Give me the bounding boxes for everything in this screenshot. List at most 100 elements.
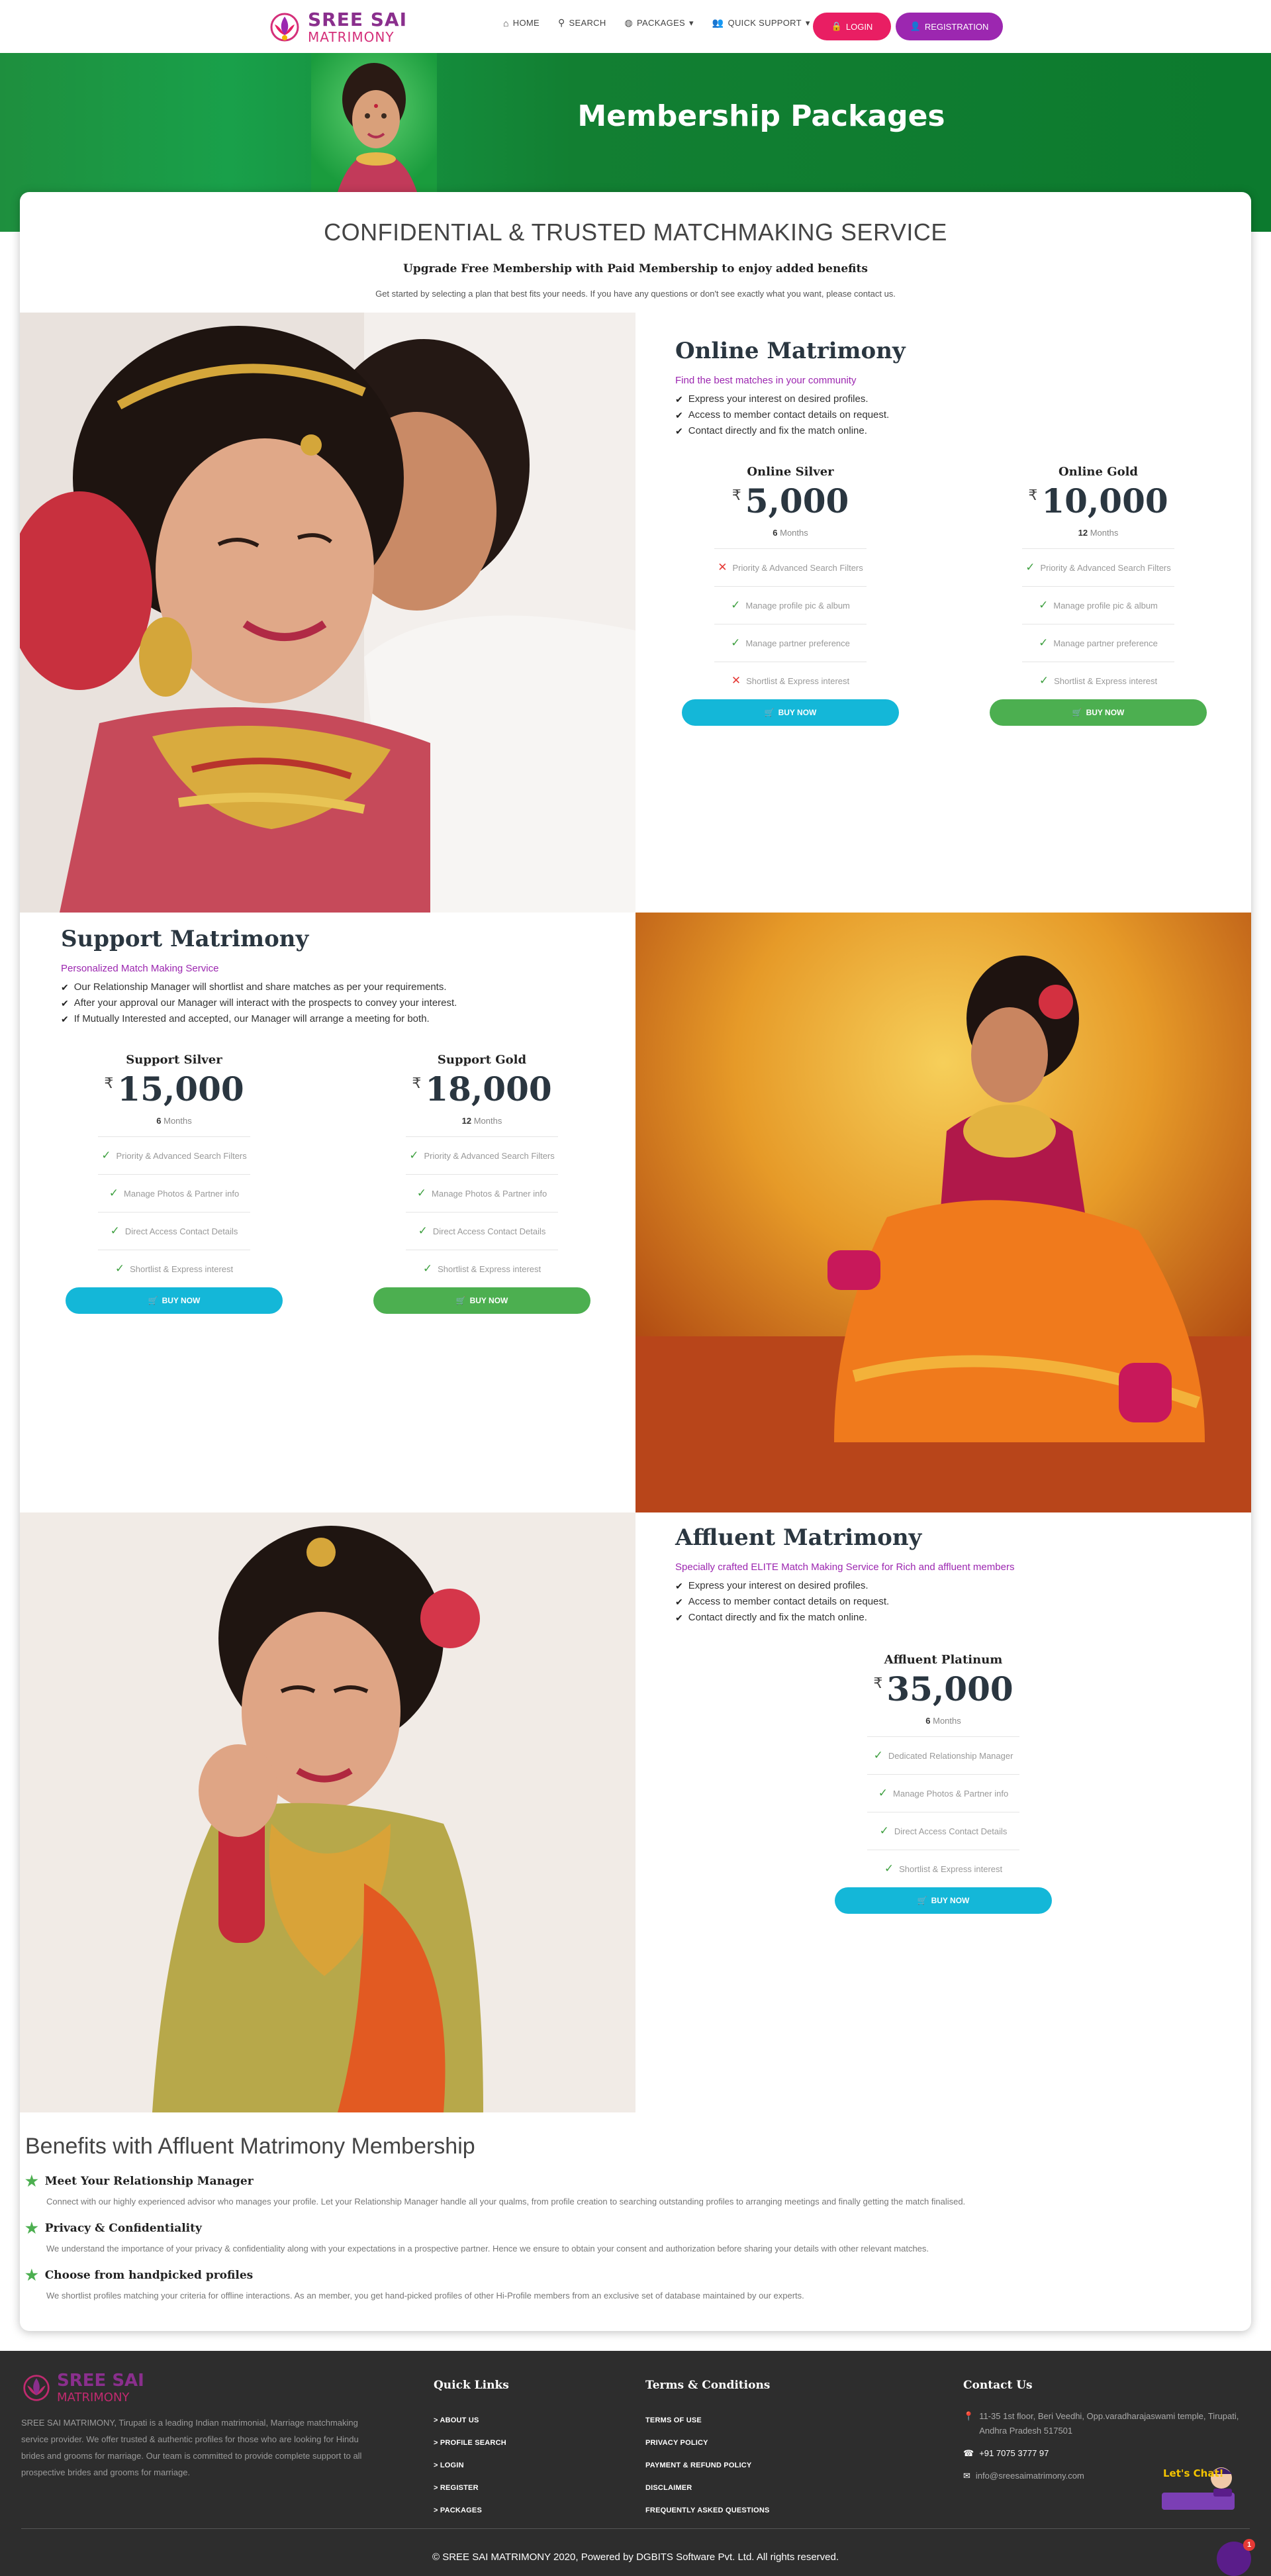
plan-price: ₹15,000 bbox=[65, 1071, 283, 1108]
page-title: Membership Packages bbox=[577, 99, 945, 133]
login-button[interactable]: 🔒 LOGIN bbox=[813, 13, 891, 40]
plan-duration: 6 Months bbox=[65, 1116, 283, 1126]
list-item: ✔ Express your interest on desired profil… bbox=[675, 391, 1218, 407]
list-item: ✔ Express your interest on desired profil… bbox=[675, 1578, 1231, 1594]
feature-text: Shortlist & Express interest bbox=[746, 675, 850, 686]
check-icon: ✓ bbox=[884, 1862, 894, 1875]
benefits-heading: Benefits with Affluent Matrimony Members… bbox=[25, 2134, 475, 2159]
footer-link-refund[interactable]: PAYMENT & REFUND POLICY bbox=[645, 2454, 770, 2477]
feature-text: Manage Photos & Partner info bbox=[124, 1188, 240, 1199]
buy-now-button[interactable]: 🛒 BUY NOW bbox=[373, 1287, 590, 1314]
nav-packages[interactable]: ◍ PACKAGES ▾ bbox=[625, 17, 694, 28]
rupee-icon: ₹ bbox=[731, 487, 741, 503]
contact-phone[interactable]: ☎ +91 7075 3777 97 bbox=[963, 2446, 1254, 2461]
feature-text: Priority & Advanced Search Filters bbox=[732, 562, 863, 573]
footer-brand-line1: SREE SAI bbox=[57, 2371, 144, 2391]
buy-now-button[interactable]: 🛒 BUY NOW bbox=[66, 1287, 283, 1314]
plan-name: Online Silver bbox=[747, 465, 834, 479]
feature-text: Direct Access Contact Details bbox=[124, 1226, 238, 1236]
plan-months-label: Months bbox=[933, 1716, 961, 1726]
intro-subheading: Upgrade Free Membership with Paid Member… bbox=[403, 262, 868, 275]
feature-text: Manage partner preference bbox=[745, 638, 850, 648]
bullet-text: Access to member contact details on requ… bbox=[688, 409, 890, 421]
nav-home-label: HOME bbox=[512, 18, 540, 28]
lotus-logo-icon bbox=[23, 2374, 50, 2401]
plan-feature: ✓ Manage Photos & Partner info bbox=[406, 1174, 558, 1212]
plan-name: Support Gold bbox=[437, 1053, 527, 1067]
feature-text: Shortlist & Express interest bbox=[1054, 675, 1158, 686]
buy-now-button[interactable]: 🛒 BUY NOW bbox=[682, 699, 899, 726]
check-icon: ✔ bbox=[675, 1612, 683, 1623]
intro-heading: CONFIDENTIAL & TRUSTED MATCHMAKING SERVI… bbox=[324, 219, 947, 246]
footer-link-login[interactable]: > LOGIN bbox=[434, 2454, 509, 2477]
benefit-item: ★ Privacy & Confidentiality We understand… bbox=[25, 2220, 1243, 2254]
list-item: ✔ After your approval our Manager will in… bbox=[61, 995, 604, 1011]
section-bullets: ✔ Express your interest on desired profil… bbox=[675, 391, 1218, 439]
check-icon: ✓ bbox=[873, 1749, 883, 1761]
buy-now-label: BUY NOW bbox=[469, 1296, 508, 1305]
nav-home[interactable]: ⌂ HOME bbox=[503, 18, 540, 28]
plan-months: 6 bbox=[925, 1716, 931, 1726]
user-plus-icon: 👤 bbox=[910, 21, 921, 31]
plan-feature: ✓ Shortlist & Express interest bbox=[1022, 662, 1174, 699]
footer-link-profile-search[interactable]: > PROFILE SEARCH bbox=[434, 2432, 509, 2454]
footer-quick-links: Quick Links > ABOUT US > PROFILE SEARCH … bbox=[434, 2379, 509, 2522]
bride-orange-saree-photo bbox=[636, 913, 1251, 1512]
section-bullets: ✔ Our Relationship Manager will shortlist… bbox=[61, 979, 604, 1027]
footer-link-privacy[interactable]: PRIVACY POLICY bbox=[645, 2432, 770, 2454]
plan-feature: ✓ Direct Access Contact Details bbox=[98, 1212, 250, 1250]
phone-icon: ☎ bbox=[963, 2448, 974, 2458]
footer-link-register[interactable]: > REGISTER bbox=[434, 2477, 509, 2499]
footer-link-disclaimer[interactable]: DISCLAIMER bbox=[645, 2477, 770, 2499]
star-icon: ★ bbox=[25, 2220, 38, 2237]
login-label: LOGIN bbox=[845, 21, 873, 32]
nav-quick-support[interactable]: 👥 QUICK SUPPORT ▾ bbox=[712, 17, 810, 28]
benefit-item: ★ Meet Your Relationship Manager Connect … bbox=[25, 2173, 1243, 2206]
nav-search[interactable]: ⚲ SEARCH bbox=[558, 17, 606, 28]
quick-links-title: Quick Links bbox=[434, 2379, 509, 2392]
brand-logo[interactable]: SREE SAI MATRIMONY bbox=[268, 11, 407, 44]
feature-text: Manage partner preference bbox=[1053, 638, 1158, 648]
support-matrimony-section: Support Matrimony Personalized Match Mak… bbox=[61, 926, 604, 1027]
feature-text: Shortlist & Express interest bbox=[130, 1263, 234, 1274]
plan-price: ₹18,000 bbox=[373, 1071, 591, 1108]
plan-months-label: Months bbox=[1090, 528, 1119, 538]
lets-chat-widget[interactable]: Let's Chat! bbox=[1155, 2459, 1254, 2512]
feature-text: Priority & Advanced Search Filters bbox=[424, 1150, 555, 1161]
plan-amount: 35,000 bbox=[886, 1669, 1013, 1709]
buy-now-button[interactable]: 🛒 BUY NOW bbox=[990, 699, 1207, 726]
check-icon: ✓ bbox=[1039, 674, 1049, 687]
plan-price: ₹35,000 bbox=[834, 1671, 1053, 1708]
plan-duration: 6 Months bbox=[834, 1716, 1053, 1726]
section-subtitle: Specially crafted ELITE Match Making Ser… bbox=[675, 1561, 1015, 1573]
footer-divider bbox=[21, 2528, 1250, 2529]
chat-label: Let's Chat! bbox=[1163, 2467, 1223, 2479]
intro-text: Get started by selecting a plan that bes… bbox=[375, 289, 896, 299]
home-icon: ⌂ bbox=[503, 17, 509, 28]
plan-months-label: Months bbox=[780, 528, 808, 538]
email-text: info@sreesaimatrimony.com bbox=[975, 2471, 1084, 2481]
footer-link-packages[interactable]: > PACKAGES bbox=[434, 2499, 509, 2522]
list-item: ✔ Access to member contact details on req… bbox=[675, 1594, 1231, 1610]
plan-name: Online Gold bbox=[1058, 465, 1139, 479]
cart-icon: 🛒 bbox=[148, 1296, 158, 1305]
plan-amount: 18,000 bbox=[425, 1069, 552, 1109]
footer-logo[interactable]: SREE SAI MATRIMONY bbox=[21, 2371, 144, 2404]
footer-link-about-us[interactable]: > ABOUT US bbox=[434, 2409, 509, 2432]
online-matrimony-section: Online Matrimony Find the best matches i… bbox=[675, 338, 1218, 439]
section-subtitle: Personalized Match Making Service bbox=[61, 963, 219, 974]
check-icon: ✓ bbox=[422, 1262, 433, 1275]
star-icon: ★ bbox=[25, 2267, 38, 2284]
registration-button[interactable]: 👤 REGISTRATION bbox=[896, 13, 1003, 40]
footer-link-faq[interactable]: FREQUENTLY ASKED QUESTIONS bbox=[645, 2499, 770, 2522]
feature-text: Dedicated Relationship Manager bbox=[888, 1750, 1013, 1761]
plan-feature: ✕ Shortlist & Express interest bbox=[714, 662, 867, 699]
feature-text: Direct Access Contact Details bbox=[894, 1826, 1008, 1836]
plan-name: Affluent Platinum bbox=[884, 1653, 1003, 1667]
buy-now-button[interactable]: 🛒 BUY NOW bbox=[835, 1887, 1052, 1914]
plan-duration: 12 Months bbox=[989, 528, 1207, 538]
rupee-icon: ₹ bbox=[873, 1675, 883, 1691]
plan-months-label: Months bbox=[473, 1116, 502, 1126]
footer-link-terms[interactable]: TERMS OF USE bbox=[645, 2409, 770, 2432]
footer-about-text: SREE SAI MATRIMONY, Tirupati is a leadin… bbox=[21, 2418, 362, 2477]
